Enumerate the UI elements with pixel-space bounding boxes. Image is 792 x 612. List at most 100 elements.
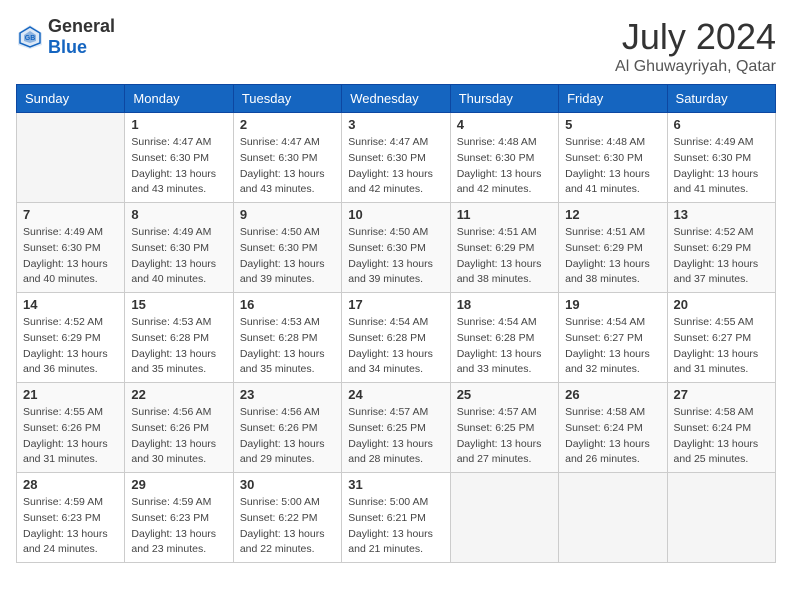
calendar-cell: 22 Sunrise: 4:56 AMSunset: 6:26 PMDayligh… xyxy=(125,383,233,473)
calendar-header-day: Thursday xyxy=(450,85,558,113)
calendar-cell: 6Sunrise: 4:49 AMSunset: 6:30 PMDaylight… xyxy=(667,113,775,203)
day-number: 29 xyxy=(131,477,226,492)
calendar-cell: 5 Sunrise: 4:48 AMSunset: 6:30 PMDaylight… xyxy=(559,113,667,203)
day-info: Sunrise: 4:51 AMSunset: 6:29 PMDaylight:… xyxy=(457,225,552,288)
day-info: Sunrise: 4:59 AMSunset: 6:23 PMDaylight:… xyxy=(23,495,118,558)
calendar-cell: 14 Sunrise: 4:52 AMSunset: 6:29 PMDayligh… xyxy=(17,293,125,383)
day-number: 2 xyxy=(240,117,335,132)
calendar-cell: 4 Sunrise: 4:48 AMSunset: 6:30 PMDaylight… xyxy=(450,113,558,203)
day-number: 18 xyxy=(457,297,552,312)
day-number: 6 xyxy=(674,117,769,132)
day-info: Sunrise: 4:54 AMSunset: 6:28 PMDaylight:… xyxy=(457,315,552,378)
day-number: 31 xyxy=(348,477,443,492)
day-number: 25 xyxy=(457,387,552,402)
calendar-cell: 24 Sunrise: 4:57 AMSunset: 6:25 PMDayligh… xyxy=(342,383,450,473)
day-info: Sunrise: 4:53 AMSunset: 6:28 PMDaylight:… xyxy=(240,315,335,378)
day-number: 7 xyxy=(23,207,118,222)
calendar-cell: 13 Sunrise: 4:52 AMSunset: 6:29 PMDayligh… xyxy=(667,203,775,293)
day-number: 17 xyxy=(348,297,443,312)
day-number: 24 xyxy=(348,387,443,402)
day-info: Sunrise: 5:00 AMSunset: 6:22 PMDaylight:… xyxy=(240,495,335,558)
calendar-cell: 9 Sunrise: 4:50 AMSunset: 6:30 PMDaylight… xyxy=(233,203,341,293)
day-info: Sunrise: 4:57 AMSunset: 6:25 PMDaylight:… xyxy=(457,405,552,468)
day-number: 11 xyxy=(457,207,552,222)
calendar-cell: 28Sunrise: 4:59 AMSunset: 6:23 PMDayligh… xyxy=(17,473,125,563)
day-number: 12 xyxy=(565,207,660,222)
day-info: Sunrise: 4:55 AMSunset: 6:26 PMDaylight:… xyxy=(23,405,118,468)
calendar-cell: 31Sunrise: 5:00 AMSunset: 6:21 PMDayligh… xyxy=(342,473,450,563)
logo-general: General xyxy=(48,16,115,36)
day-info: Sunrise: 4:56 AMSunset: 6:26 PMDaylight:… xyxy=(131,405,226,468)
calendar-cell: 1 Sunrise: 4:47 AMSunset: 6:30 PMDaylight… xyxy=(125,113,233,203)
calendar-header-day: Monday xyxy=(125,85,233,113)
calendar-cell: 8 Sunrise: 4:49 AMSunset: 6:30 PMDaylight… xyxy=(125,203,233,293)
month-title: July 2024 xyxy=(615,16,776,58)
day-number: 1 xyxy=(131,117,226,132)
day-number: 23 xyxy=(240,387,335,402)
calendar-cell: 27Sunrise: 4:58 AMSunset: 6:24 PMDayligh… xyxy=(667,383,775,473)
day-info: Sunrise: 4:54 AMSunset: 6:27 PMDaylight:… xyxy=(565,315,660,378)
day-number: 13 xyxy=(674,207,769,222)
day-number: 9 xyxy=(240,207,335,222)
calendar-cell: 21 Sunrise: 4:55 AMSunset: 6:26 PMDayligh… xyxy=(17,383,125,473)
calendar-cell: 12 Sunrise: 4:51 AMSunset: 6:29 PMDayligh… xyxy=(559,203,667,293)
day-info: Sunrise: 4:47 AMSunset: 6:30 PMDaylight:… xyxy=(348,135,443,198)
day-info: Sunrise: 4:50 AMSunset: 6:30 PMDaylight:… xyxy=(348,225,443,288)
calendar-week-row: 28Sunrise: 4:59 AMSunset: 6:23 PMDayligh… xyxy=(17,473,776,563)
day-info: Sunrise: 4:54 AMSunset: 6:28 PMDaylight:… xyxy=(348,315,443,378)
day-number: 27 xyxy=(674,387,769,402)
day-number: 26 xyxy=(565,387,660,402)
day-info: Sunrise: 4:52 AMSunset: 6:29 PMDaylight:… xyxy=(674,225,769,288)
day-info: Sunrise: 4:59 AMSunset: 6:23 PMDaylight:… xyxy=(131,495,226,558)
calendar-header-day: Saturday xyxy=(667,85,775,113)
day-info: Sunrise: 4:48 AMSunset: 6:30 PMDaylight:… xyxy=(565,135,660,198)
calendar-week-row: 14 Sunrise: 4:52 AMSunset: 6:29 PMDayligh… xyxy=(17,293,776,383)
calendar-cell: 30Sunrise: 5:00 AMSunset: 6:22 PMDayligh… xyxy=(233,473,341,563)
day-number: 20 xyxy=(674,297,769,312)
calendar-header-row: SundayMondayTuesdayWednesdayThursdayFrid… xyxy=(17,85,776,113)
day-number: 5 xyxy=(565,117,660,132)
calendar-cell: 10 Sunrise: 4:50 AMSunset: 6:30 PMDayligh… xyxy=(342,203,450,293)
calendar-cell: 19Sunrise: 4:54 AMSunset: 6:27 PMDayligh… xyxy=(559,293,667,383)
day-number: 14 xyxy=(23,297,118,312)
page-header: GB General Blue July 2024 Al Ghuwayriyah… xyxy=(16,16,776,76)
logo: GB General Blue xyxy=(16,16,115,58)
calendar-cell: 17 Sunrise: 4:54 AMSunset: 6:28 PMDayligh… xyxy=(342,293,450,383)
day-number: 22 xyxy=(131,387,226,402)
day-info: Sunrise: 4:47 AMSunset: 6:30 PMDaylight:… xyxy=(131,135,226,198)
calendar-week-row: 21 Sunrise: 4:55 AMSunset: 6:26 PMDayligh… xyxy=(17,383,776,473)
day-number: 4 xyxy=(457,117,552,132)
calendar-header-day: Friday xyxy=(559,85,667,113)
calendar-cell: 20 Sunrise: 4:55 AMSunset: 6:27 PMDayligh… xyxy=(667,293,775,383)
day-info: Sunrise: 4:50 AMSunset: 6:30 PMDaylight:… xyxy=(240,225,335,288)
location-title: Al Ghuwayriyah, Qatar xyxy=(615,58,776,76)
calendar-cell: 23Sunrise: 4:56 AMSunset: 6:26 PMDayligh… xyxy=(233,383,341,473)
calendar-cell: 29 Sunrise: 4:59 AMSunset: 6:23 PMDayligh… xyxy=(125,473,233,563)
calendar-header-day: Wednesday xyxy=(342,85,450,113)
calendar-cell: 18 Sunrise: 4:54 AMSunset: 6:28 PMDayligh… xyxy=(450,293,558,383)
day-number: 10 xyxy=(348,207,443,222)
day-info: Sunrise: 4:57 AMSunset: 6:25 PMDaylight:… xyxy=(348,405,443,468)
day-info: Sunrise: 4:51 AMSunset: 6:29 PMDaylight:… xyxy=(565,225,660,288)
day-info: Sunrise: 4:49 AMSunset: 6:30 PMDaylight:… xyxy=(131,225,226,288)
calendar-cell: 16 Sunrise: 4:53 AMSunset: 6:28 PMDayligh… xyxy=(233,293,341,383)
day-number: 21 xyxy=(23,387,118,402)
logo-icon: GB xyxy=(16,23,44,51)
day-info: Sunrise: 4:48 AMSunset: 6:30 PMDaylight:… xyxy=(457,135,552,198)
calendar-cell xyxy=(17,113,125,203)
calendar-week-row: 7 Sunrise: 4:49 AMSunset: 6:30 PMDaylight… xyxy=(17,203,776,293)
calendar-table: SundayMondayTuesdayWednesdayThursdayFrid… xyxy=(16,84,776,563)
calendar-cell: 2Sunrise: 4:47 AMSunset: 6:30 PMDaylight… xyxy=(233,113,341,203)
calendar-cell xyxy=(559,473,667,563)
calendar-cell: 26 Sunrise: 4:58 AMSunset: 6:24 PMDayligh… xyxy=(559,383,667,473)
calendar-cell: 15Sunrise: 4:53 AMSunset: 6:28 PMDayligh… xyxy=(125,293,233,383)
calendar-cell: 7Sunrise: 4:49 AMSunset: 6:30 PMDaylight… xyxy=(17,203,125,293)
day-info: Sunrise: 4:58 AMSunset: 6:24 PMDaylight:… xyxy=(565,405,660,468)
day-info: Sunrise: 4:53 AMSunset: 6:28 PMDaylight:… xyxy=(131,315,226,378)
day-number: 8 xyxy=(131,207,226,222)
day-number: 16 xyxy=(240,297,335,312)
logo-text: General Blue xyxy=(48,16,115,58)
day-info: Sunrise: 4:55 AMSunset: 6:27 PMDaylight:… xyxy=(674,315,769,378)
day-info: Sunrise: 4:52 AMSunset: 6:29 PMDaylight:… xyxy=(23,315,118,378)
logo-blue: Blue xyxy=(48,37,87,57)
